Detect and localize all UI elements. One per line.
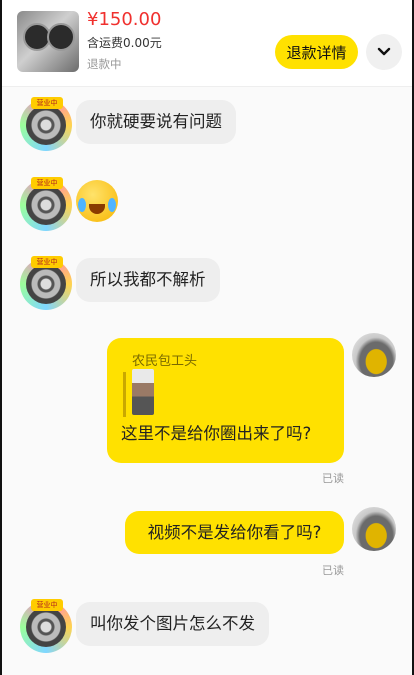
- order-summary-card[interactable]: ¥150.00 含运费0.00元 退款中 退款详情: [2, 0, 412, 87]
- status-badge: 营业中: [31, 177, 63, 189]
- status-badge: 营业中: [31, 599, 63, 611]
- read-receipt: 已读: [322, 564, 344, 577]
- quote-divider: [123, 372, 126, 417]
- seller-avatar[interactable]: 营业中: [20, 177, 72, 231]
- status-badge: 营业中: [31, 256, 63, 268]
- seller-avatar[interactable]: 营业中: [20, 599, 72, 653]
- quoted-image-thumbnail[interactable]: [132, 369, 154, 415]
- message-bubble[interactable]: 所以我都不解析: [76, 258, 220, 302]
- shipping-fee: 含运费0.00元: [87, 36, 162, 50]
- message-bubble[interactable]: 你就硬要说有问题: [76, 100, 236, 144]
- order-status: 退款中: [87, 57, 122, 71]
- read-receipt: 已读: [322, 472, 344, 485]
- seller-avatar[interactable]: 营业中: [20, 97, 72, 151]
- buyer-avatar[interactable]: [352, 333, 396, 377]
- message-text: 这里不是给你圈出来了吗?: [121, 424, 312, 443]
- message-bubble[interactable]: 视频不是发给你看了吗?: [125, 511, 344, 554]
- quote-author: 农民包工头: [132, 354, 198, 369]
- buyer-avatar[interactable]: [352, 507, 396, 551]
- order-price: ¥150.00: [87, 9, 162, 30]
- message-bubble[interactable]: 叫你发个图片怎么不发: [76, 602, 269, 646]
- product-thumbnail[interactable]: [17, 11, 79, 72]
- chevron-down-icon: [377, 47, 391, 56]
- seller-avatar[interactable]: 营业中: [20, 256, 72, 310]
- refund-detail-button[interactable]: 退款详情: [275, 35, 358, 69]
- status-badge: 营业中: [31, 97, 63, 109]
- expand-button[interactable]: [366, 34, 402, 70]
- crying-laughing-emoji-icon[interactable]: [76, 180, 118, 222]
